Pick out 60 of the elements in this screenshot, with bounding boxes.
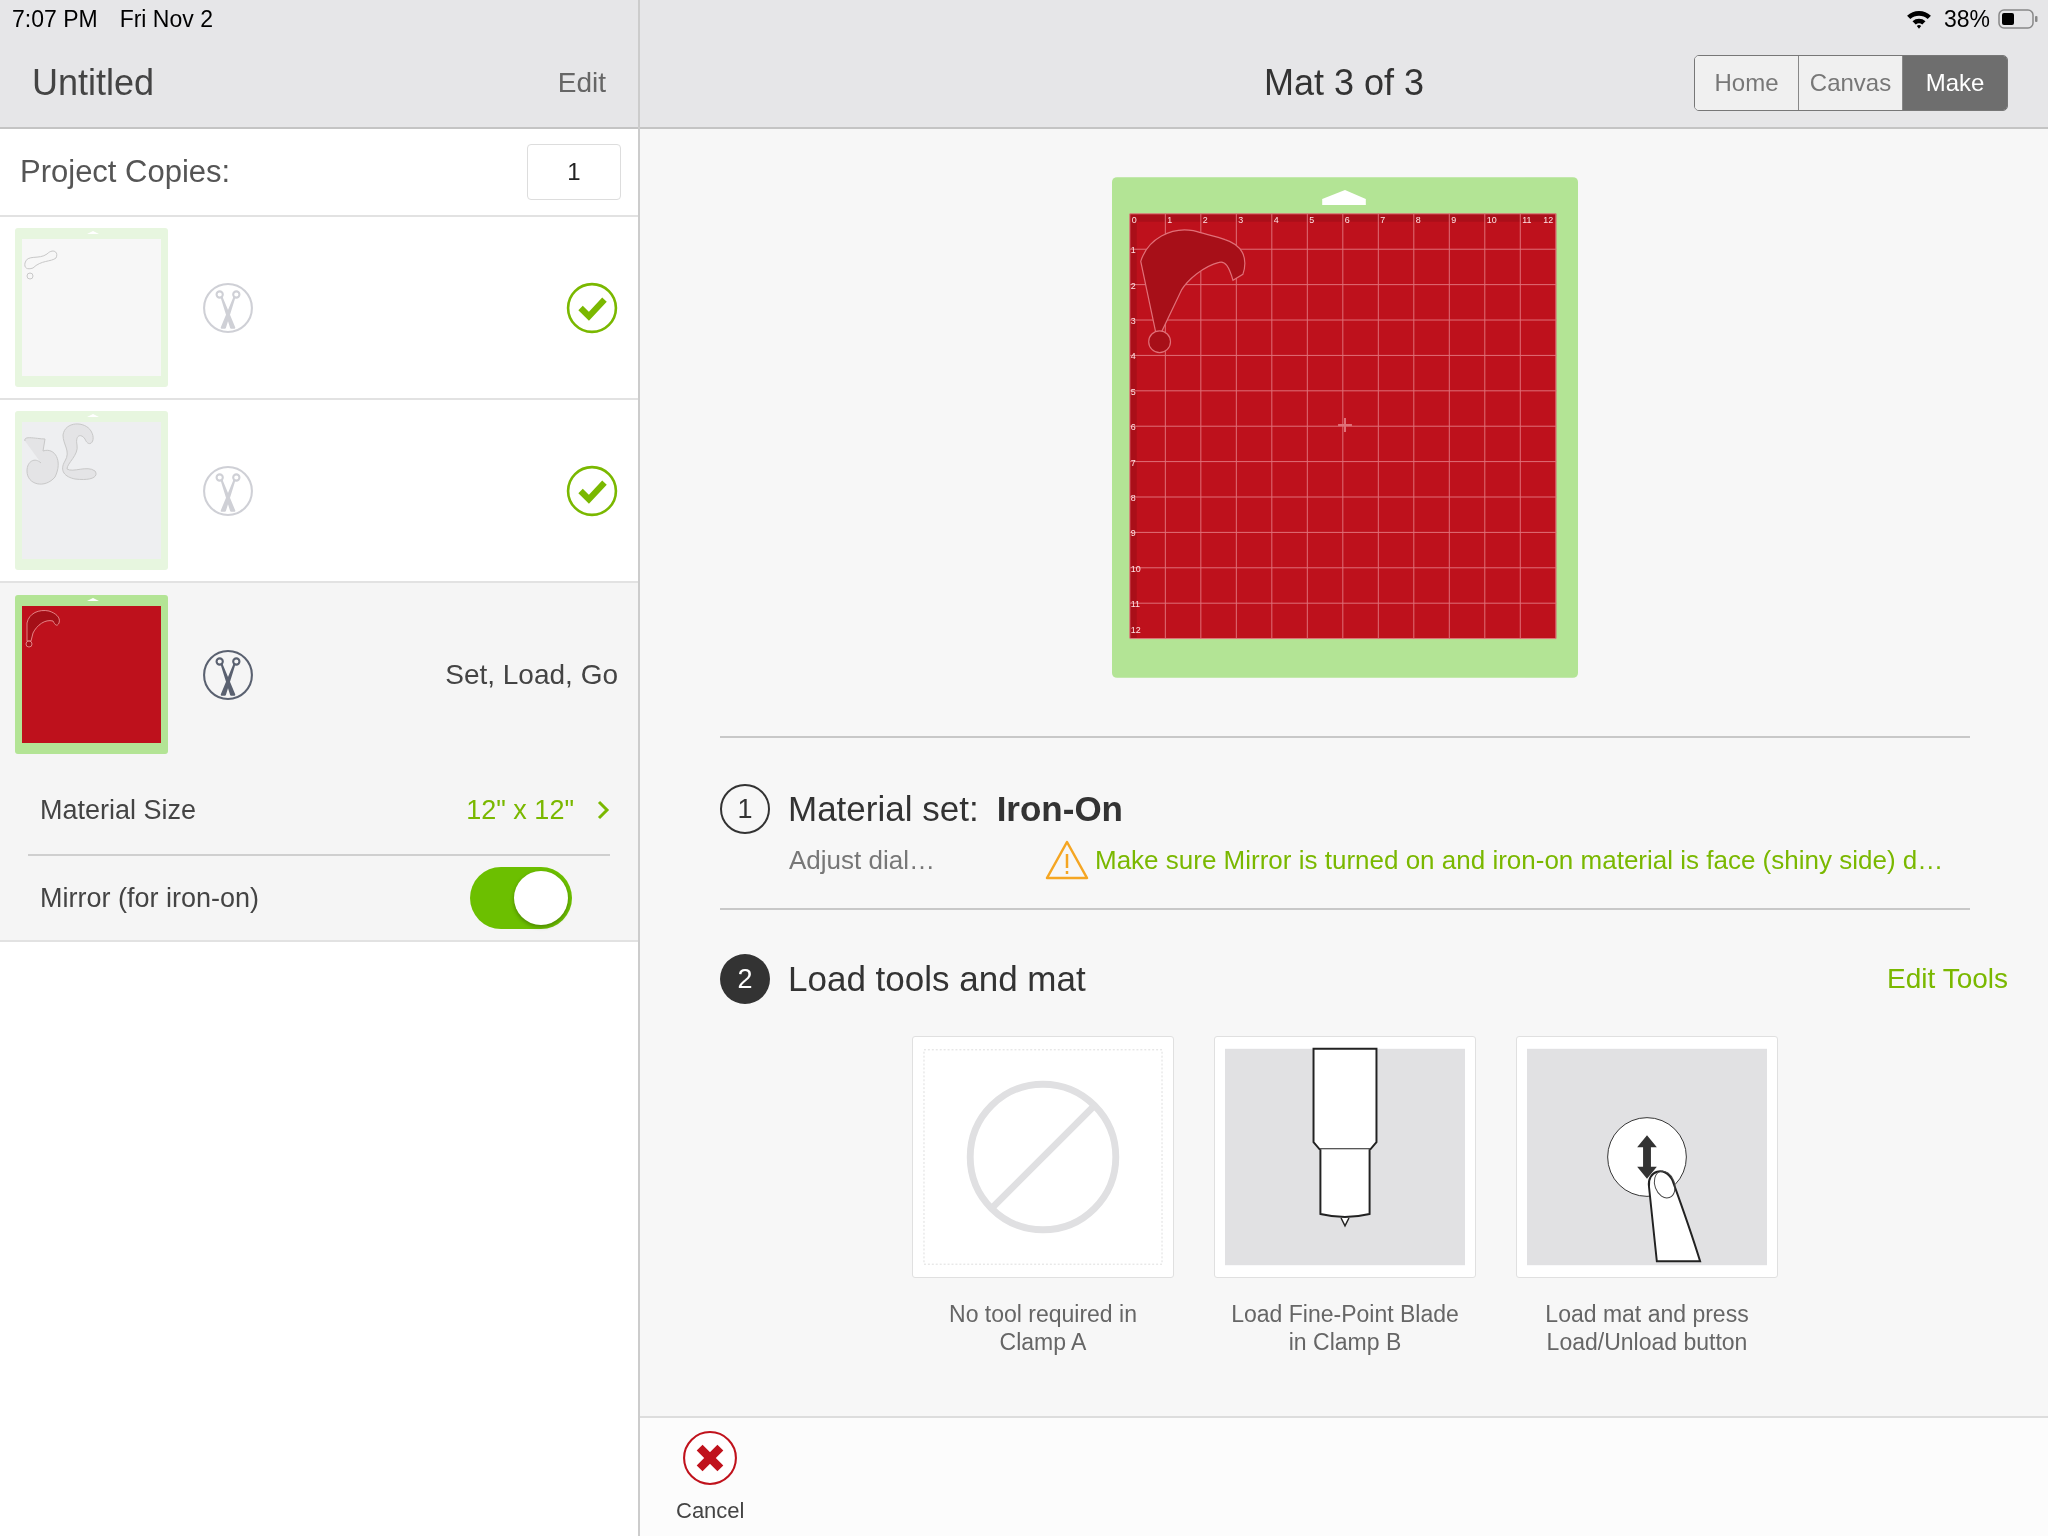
mat-status: Set, Load, Go (445, 658, 618, 691)
scissors-icon (202, 648, 254, 701)
warning-icon (1045, 840, 1089, 880)
ruler-number: 12 (1543, 214, 1554, 225)
material-size-label: Material Size (39, 794, 198, 826)
ruler-number: 0 (1131, 214, 1137, 225)
nav-tab[interactable]: Canvas (1799, 56, 1903, 110)
ruler-number: 11 (1522, 214, 1532, 225)
ruler-number: 11 (1130, 599, 1141, 610)
ruler-number: 1 (1167, 214, 1173, 225)
ruler-number: 9 (1130, 528, 1136, 539)
ruler-number: 6 (1130, 422, 1136, 433)
ruler-number: 3 (1130, 316, 1136, 326)
ruler-number: 4 (1130, 351, 1136, 362)
ruler-number: 2 (1130, 280, 1136, 291)
ruler-number: 5 (1130, 386, 1136, 397)
step-number: 1 (720, 784, 770, 834)
status-time: 7:07 PM (12, 5, 98, 33)
status-date: Fri Nov 2 (119, 5, 213, 33)
close-icon (682, 1430, 739, 1486)
copies-label: Project Copies: (20, 154, 231, 190)
project-title: Untitled (32, 61, 155, 104)
ruler-number: 6 (1344, 214, 1350, 225)
material-name: Iron-On (996, 789, 1123, 829)
copies-field[interactable]: 1 (527, 144, 621, 200)
ruler-number: 7 (1380, 214, 1386, 225)
scissors-icon (202, 464, 254, 517)
nav-tab[interactable]: Make (1903, 56, 2007, 110)
mirror-label: Mirror (for iron-on) (39, 882, 261, 914)
step-label: Material set: (788, 789, 979, 829)
ruler-number: 5 (1309, 214, 1315, 225)
ruler-number: 10 (1130, 563, 1141, 574)
ruler-number: 4 (1273, 214, 1279, 225)
tool-caption: Load Fine-Point Blade in Clamp B (1230, 1300, 1460, 1356)
no-tool-icon (923, 1047, 1163, 1267)
mat-title: Mat 3 of 3 (1263, 61, 1425, 104)
ruler-number: 8 (1130, 492, 1136, 503)
tool-caption: No tool required in Clamp A (948, 1300, 1138, 1356)
warning-message: Make sure Mirror is turned on and iron-on material is face (shiny side) d… (1095, 844, 1944, 876)
ruler-number: 10 (1486, 214, 1497, 225)
ruler-number: 9 (1451, 214, 1457, 225)
ruler-number: 7 (1130, 457, 1136, 468)
cancel-button[interactable]: Cancel (676, 1430, 745, 1524)
ruler-number: 8 (1415, 214, 1421, 225)
step-number: 2 (720, 954, 770, 1004)
ruler-number: 2 (1202, 214, 1208, 225)
nav-tab[interactable]: Home (1695, 56, 1799, 110)
chevron-right-icon (596, 799, 610, 821)
scissors-icon (202, 281, 254, 334)
tool-caption: Load mat and press Load/Unload button (1544, 1300, 1750, 1356)
ruler-number: 3 (1238, 214, 1244, 225)
adjust-dial-link[interactable]: Adjust dial… (789, 844, 1045, 876)
wifi-icon (1905, 9, 1932, 29)
mat-row[interactable]: Set, Load, Go (0, 583, 638, 766)
battery-percent: 38% (1943, 5, 1990, 33)
battery-icon (1998, 8, 2038, 30)
ruler-number: 1 (1130, 245, 1136, 256)
edit-button[interactable]: Edit (557, 66, 606, 99)
ruler-number: 12 (1130, 625, 1141, 636)
step-label: Load tools and mat (788, 959, 1086, 999)
